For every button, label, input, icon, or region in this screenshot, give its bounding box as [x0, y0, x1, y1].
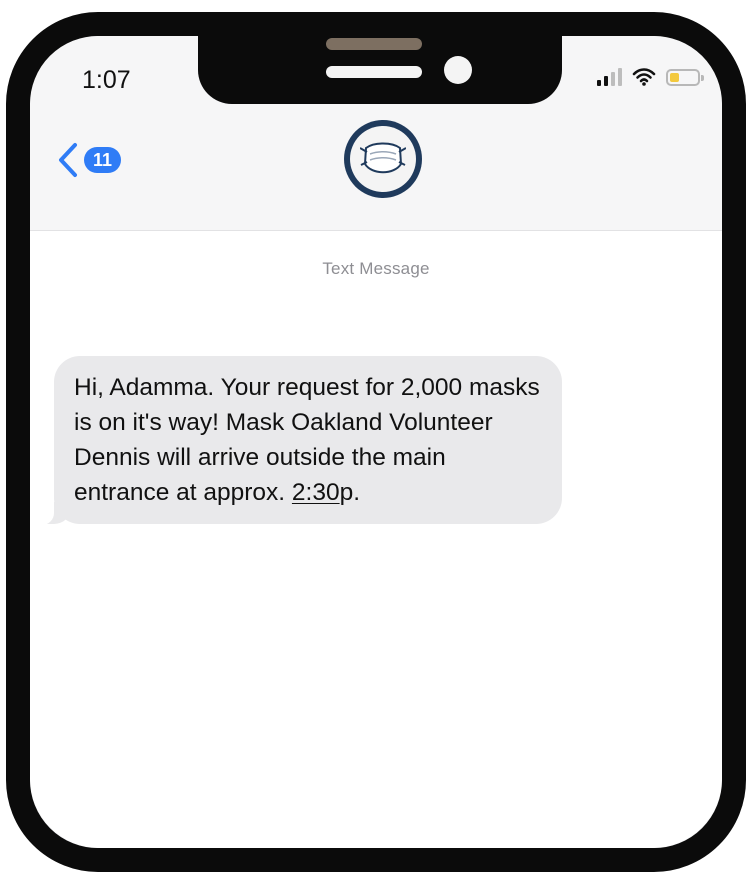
message-time-link[interactable]: 2:30	[292, 479, 340, 506]
front-camera	[444, 56, 472, 84]
chevron-left-icon	[59, 143, 77, 177]
battery-icon	[666, 68, 704, 86]
signal-icon	[597, 68, 622, 86]
back-button[interactable]: 11	[56, 142, 122, 178]
contact-avatar[interactable]	[344, 120, 422, 198]
unread-count-badge: 11	[84, 147, 122, 173]
phone-frame: 11 Text Message Hi, Adamma. Your request…	[6, 12, 746, 872]
speaker-grille	[326, 66, 422, 78]
wifi-icon	[632, 68, 656, 86]
battery-level	[670, 72, 680, 82]
speaker-top	[326, 38, 422, 50]
status-time: 1:07	[82, 66, 131, 94]
incoming-message-bubble[interactable]: Hi, Adamma. Your request for 2,000 masks…	[36, 356, 562, 525]
phone-screen: 11 Text Message Hi, Adamma. Your request…	[30, 36, 722, 848]
message-row: Hi, Adamma. Your request for 2,000 masks…	[36, 356, 562, 525]
message-type-label: Text Message	[322, 259, 430, 278]
message-thread[interactable]: Text Message Hi, Adamma. Your request fo…	[30, 231, 722, 848]
phone-notch	[198, 36, 562, 104]
status-icons	[597, 68, 704, 86]
face-mask-icon	[360, 142, 406, 174]
message-text-end: p.	[339, 479, 361, 506]
